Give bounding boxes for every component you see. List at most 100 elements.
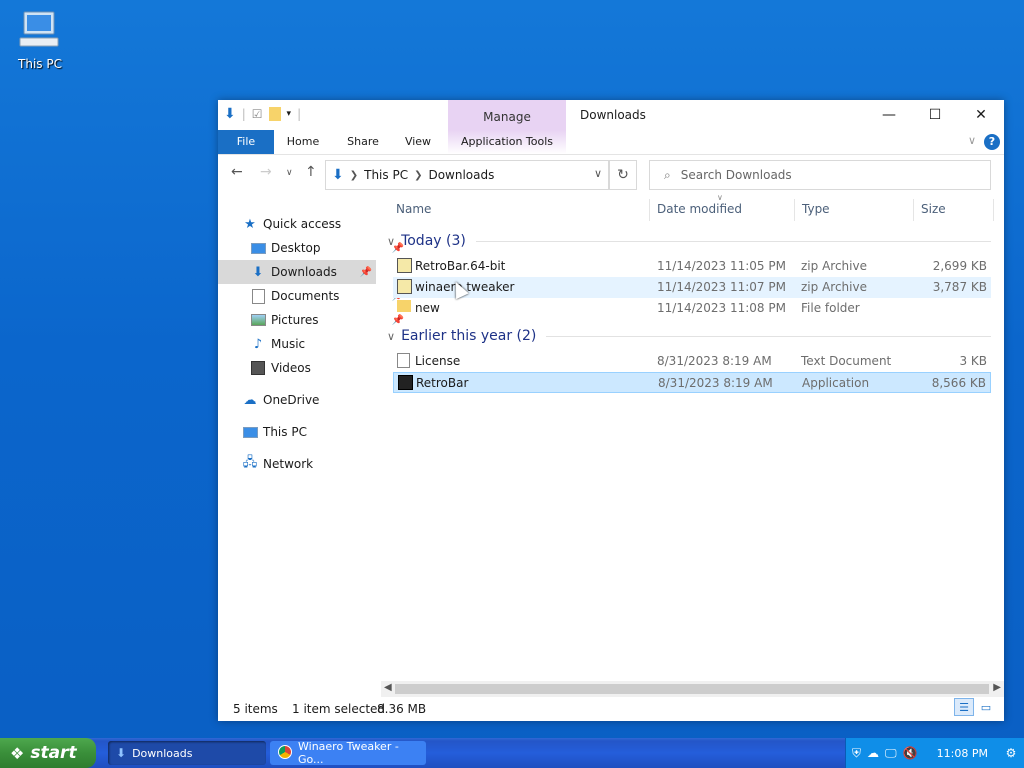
downloads-icon: ⬇ <box>252 264 264 280</box>
scroll-left-icon[interactable]: ◀ <box>384 682 392 693</box>
documents-icon <box>250 288 266 304</box>
title-bar: ⬇ | ☑ ▾ | Manage Downloads — ☐ ✕ <box>218 100 1004 130</box>
separator: | <box>241 107 246 121</box>
group-divider <box>546 335 991 337</box>
manage-tab[interactable]: Manage <box>448 100 566 130</box>
security-shield-icon[interactable]: ⛨ <box>852 746 861 761</box>
file-type: Text Document <box>801 354 892 368</box>
column-header-date-modified[interactable]: Date modified <box>657 193 742 225</box>
column-divider[interactable] <box>993 199 994 221</box>
nav-item-pictures[interactable]: Pictures 📌 <box>218 308 408 332</box>
nav-label: Downloads <box>271 265 337 279</box>
nav-item-this-pc[interactable]: This PC <box>218 420 400 444</box>
nav-item-desktop[interactable]: Desktop 📌 <box>218 236 408 260</box>
tab-file[interactable]: File <box>218 130 274 154</box>
address-dropdown-icon[interactable]: ∨ <box>594 167 602 180</box>
tab-share[interactable]: Share <box>340 130 386 154</box>
network-icon[interactable]: ☁ <box>867 746 879 760</box>
nav-item-videos[interactable]: Videos <box>218 356 408 380</box>
tab-home[interactable]: Home <box>280 130 326 154</box>
file-date: 11/14/2023 11:05 PM <box>657 259 786 273</box>
breadcrumb-downloads[interactable]: Downloads <box>428 168 494 182</box>
new-folder-icon[interactable] <box>268 107 281 121</box>
window-controls: — ☐ ✕ <box>866 100 1004 130</box>
table-row[interactable]: new 11/14/2023 11:08 PM File folder <box>393 298 991 319</box>
scroll-right-icon[interactable]: ▶ <box>993 682 1001 693</box>
forward-icon[interactable]: → <box>260 164 272 180</box>
column-header-name[interactable]: Name <box>396 193 431 225</box>
column-header-size[interactable]: Size <box>921 193 946 225</box>
onedrive-icon: ☁ <box>243 392 257 408</box>
expand-ribbon-icon[interactable]: ∨ <box>968 134 976 147</box>
nav-item-quick-access[interactable]: ★ Quick access <box>218 212 400 236</box>
volume-muted-icon[interactable]: 🔇 <box>903 746 918 760</box>
clock[interactable]: 11:08 PM <box>937 747 988 760</box>
tab-view[interactable]: View <box>395 130 441 154</box>
breadcrumb-this-pc[interactable]: This PC <box>364 168 408 182</box>
horizontal-scrollbar[interactable]: ◀ ▶ <box>381 681 1004 697</box>
file-date: 8/31/2023 8:19 AM <box>658 376 773 390</box>
downloads-arrow-icon[interactable]: ⬇ <box>224 106 236 122</box>
recent-locations-icon[interactable]: ∨ <box>286 168 293 178</box>
table-row[interactable]: RetroBar.64-bit 11/14/2023 11:05 PM zip … <box>393 256 991 277</box>
column-divider[interactable] <box>913 199 914 221</box>
tab-application-tools[interactable]: Application Tools <box>448 130 566 154</box>
column-divider[interactable] <box>649 199 650 221</box>
nav-item-onedrive[interactable]: ☁ OneDrive <box>218 388 400 412</box>
start-button[interactable]: ❖ start <box>0 738 96 768</box>
nav-item-documents[interactable]: Documents 📌 <box>218 284 408 308</box>
selection-count: 1 item selected <box>292 702 386 716</box>
table-row[interactable]: RetroBar 8/31/2023 8:19 AM Application 8… <box>393 372 991 393</box>
chevron-right-icon: ❯ <box>349 169 359 181</box>
show-desktop-icon[interactable]: ⚙ <box>998 738 1024 768</box>
this-pc-desktop-icon[interactable]: This PC <box>12 10 68 71</box>
file-date: 11/14/2023 11:08 PM <box>657 301 786 315</box>
file-type: File folder <box>801 301 860 315</box>
taskbar: ❖ start ⬇ Downloads Winaero Tweaker - Go… <box>0 738 1024 768</box>
nav-item-music[interactable]: ♪ Music <box>218 332 408 356</box>
column-divider[interactable] <box>794 199 795 221</box>
help-icon[interactable]: ? <box>984 134 1000 150</box>
group-header-today[interactable]: ∨ Today (3) <box>387 230 991 252</box>
collapse-chevron-icon[interactable]: ∨ <box>387 235 395 248</box>
chevron-right-icon[interactable]: ❯ <box>414 170 422 181</box>
nav-item-network[interactable]: 🖧 Network <box>218 452 400 476</box>
pin-icon[interactable]: 📌 <box>360 267 372 278</box>
file-name: RetroBar <box>416 376 469 390</box>
table-row[interactable]: License 8/31/2023 8:19 AM Text Document … <box>393 351 991 372</box>
nav-label: OneDrive <box>263 393 320 407</box>
separator: | <box>297 107 302 121</box>
folder-icon <box>397 300 413 316</box>
nav-label: Documents <box>271 289 340 303</box>
search-input[interactable]: ⌕ Search Downloads <box>649 160 991 190</box>
minimize-icon[interactable]: — <box>866 100 912 130</box>
address-bar[interactable]: ⬇ ❯ This PC ❯ Downloads ∨ <box>325 160 609 190</box>
scrollbar-thumb[interactable] <box>395 684 989 694</box>
nav-item-downloads[interactable]: ⬇ Downloads 📌 <box>218 260 376 284</box>
large-icons-view-icon[interactable]: ▭ <box>976 698 996 716</box>
display-icon[interactable]: 🖵 <box>885 746 897 761</box>
table-row[interactable]: winaero tweaker 11/14/2023 11:07 PM zip … <box>393 277 991 298</box>
properties-icon[interactable]: ☑ <box>252 107 263 121</box>
taskbar-button-downloads[interactable]: ⬇ Downloads <box>108 741 266 765</box>
downloads-location-icon: ⬇ <box>332 167 344 183</box>
maximize-icon[interactable]: ☐ <box>912 100 958 130</box>
group-header-earlier-this-year[interactable]: ∨ Earlier this year (2) <box>387 325 991 347</box>
refresh-icon[interactable]: ↻ <box>609 160 637 190</box>
details-view-icon[interactable]: ☰ <box>954 698 974 716</box>
group-label: Earlier this year (2) <box>401 328 537 344</box>
view-switcher: ☰ ▭ <box>954 698 996 716</box>
close-icon[interactable]: ✕ <box>958 100 1004 130</box>
up-icon[interactable]: ↑ <box>305 164 317 180</box>
file-name: new <box>415 301 440 315</box>
nav-label: Network <box>263 457 314 471</box>
music-icon: ♪ <box>253 336 263 352</box>
collapse-chevron-icon[interactable]: ∨ <box>387 330 395 343</box>
search-icon: ⌕ <box>664 167 671 182</box>
taskbar-button-chrome[interactable]: Winaero Tweaker - Go... <box>270 740 426 766</box>
qat-dropdown-icon[interactable]: ▾ <box>287 109 292 119</box>
column-header-type[interactable]: Type <box>802 193 830 225</box>
file-size: 8,566 KB <box>931 376 986 390</box>
back-icon[interactable]: ← <box>231 164 243 180</box>
file-type: Application <box>802 376 870 390</box>
